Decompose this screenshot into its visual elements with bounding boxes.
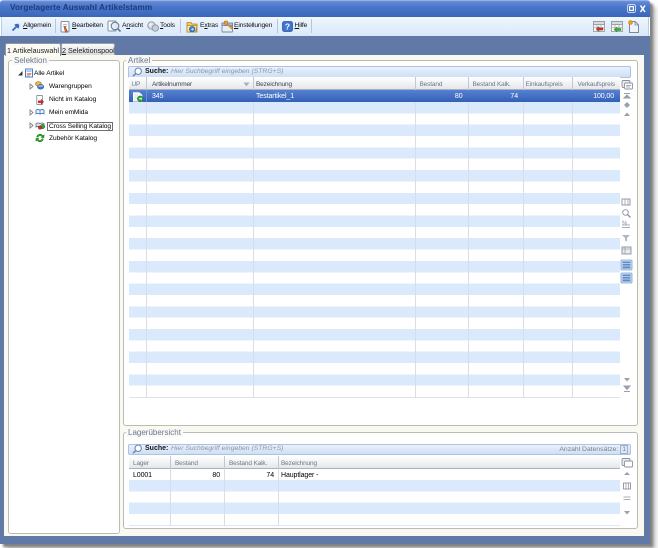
svg-text:?: ?	[285, 22, 290, 32]
svg-text:%: %	[622, 221, 628, 227]
